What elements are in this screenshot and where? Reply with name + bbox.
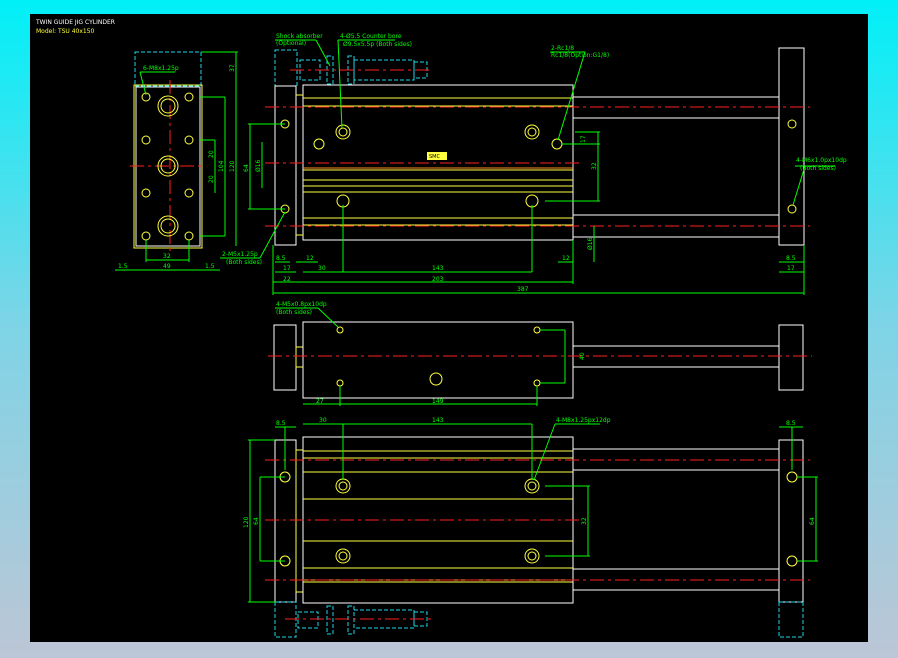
note-shock-absorber-sub: (Optional) (276, 40, 306, 47)
dim-17b: 17 (787, 265, 795, 272)
dim-37: 37 (229, 64, 236, 72)
drawing-canvas (30, 14, 868, 642)
middle-note: 4-M5x0.8px10dp (276, 301, 327, 308)
note-port: 2-Rc1/8 (551, 45, 574, 52)
dim-143: 143 (432, 265, 444, 272)
dim-32: 32 (581, 517, 588, 525)
dim-32: 32 (591, 162, 598, 170)
dim-40: 40 (579, 352, 586, 360)
dim-17: 17 (580, 135, 587, 143)
dim-20a: 20 (208, 150, 215, 158)
model-label: Model: TSU 40x150 (36, 28, 95, 35)
dim-dia-16: Ø16 (255, 159, 262, 172)
note-port-sub: Rc1/8(Option:G1/8) (551, 52, 609, 59)
dim-49: 49 (163, 263, 171, 270)
dim-143: 143 (432, 417, 444, 424)
middle-note-sub: (Both sides) (276, 309, 312, 316)
dim-22: 22 (283, 276, 291, 283)
bottom-note: 4-M8x1.25px12dp (556, 417, 611, 424)
dim-1-5a: 1.5 (118, 263, 128, 270)
dim-20b: 20 (208, 175, 215, 183)
dim-64b: 64 (809, 517, 816, 525)
dim-8-5a: 8.5 (276, 255, 286, 262)
dim-8-5b: 8.5 (786, 420, 796, 427)
side-note: 6-M8x1.25p (143, 65, 179, 72)
dim-203: 203 (432, 276, 444, 283)
dim-30: 30 (319, 417, 327, 424)
dim-12a: 12 (306, 255, 314, 262)
note-right-holes-sub: (Both sides) (800, 165, 836, 172)
dim-1-5b: 1.5 (205, 263, 215, 270)
nameplate-label: SMC (429, 154, 440, 160)
dim-rod-16: Ø16 (587, 237, 594, 250)
dim-64: 64 (243, 164, 250, 172)
dim-27: 27 (316, 398, 324, 405)
drawing-title: TWIN GUIDE JIG CYLINDER (35, 19, 115, 26)
dim-64a: 64 (253, 517, 260, 525)
cad-drawing: TWIN GUIDE JIG CYLINDER Model: TSU 40x15… (30, 14, 868, 642)
dim-120: 120 (229, 160, 236, 172)
dim-32: 32 (163, 253, 171, 260)
dim-17a: 17 (283, 265, 291, 272)
dim-104: 104 (218, 160, 225, 172)
dim-30: 30 (318, 265, 326, 272)
dim-387: 387 (517, 286, 529, 293)
dim-8-5a: 8.5 (276, 420, 286, 427)
dim-149: 149 (432, 398, 444, 405)
dim-120: 120 (243, 516, 250, 528)
dim-12b: 12 (562, 255, 570, 262)
note-counterbore: 4-Ø5.5 Counter bore (340, 33, 402, 40)
note-m5-sub: (Both sides) (226, 259, 262, 266)
note-counterbore-sub: Ø9.5x5.5p (Both sides) (343, 41, 412, 48)
dim-8-5b: 8.5 (786, 255, 796, 262)
note-right-holes: 4-M6x1.0px10dp (796, 157, 847, 164)
note-m5: 2-M5x1.25p (222, 251, 258, 258)
note-shock-absorber: Shock absorber (276, 33, 323, 40)
